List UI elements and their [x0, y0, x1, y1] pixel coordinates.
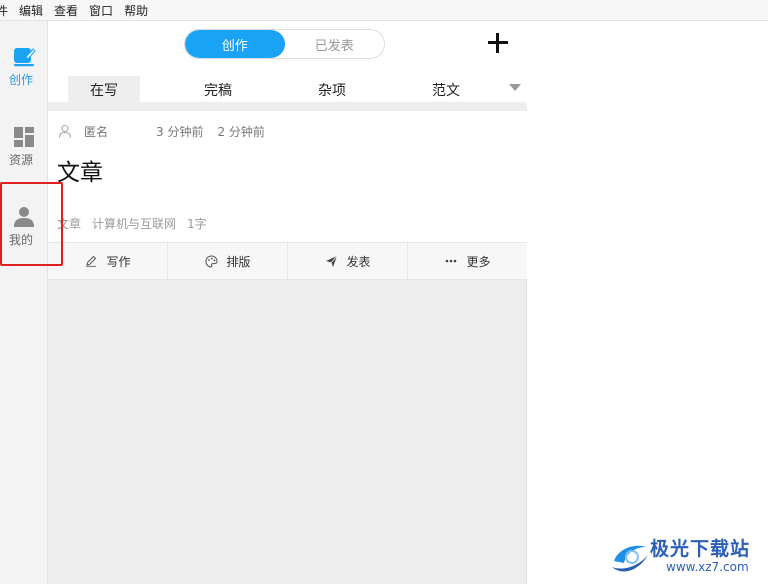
add-icon[interactable] [486, 31, 510, 55]
top-bar: 创作 已发表 [48, 21, 527, 71]
publish-button[interactable]: 发表 [288, 243, 408, 279]
article-tags: 文章 计算机与互联网 1字 [57, 215, 218, 232]
watermark-logo: 极光下载站 www.xz7.com [608, 533, 768, 581]
tab-finished[interactable]: 完稿 [182, 76, 254, 103]
segment-published[interactable]: 已发表 [285, 30, 385, 58]
article-author: 匿名 [84, 124, 109, 139]
main-panel: 创作 已发表 在写 完稿 杂项 范文 匿名 3 分钟前 2 分钟前 文章 文章 … [48, 21, 527, 584]
watermark-url: www.xz7.com [666, 560, 749, 574]
aurora-logo-icon [612, 545, 648, 572]
article-card[interactable]: 匿名 3 分钟前 2 分钟前 文章 文章 计算机与互联网 1字 [48, 111, 527, 242]
article-actions: 写作 排版 发表 更多 [48, 242, 527, 280]
tab-misc[interactable]: 杂项 [296, 76, 368, 103]
compose-icon [12, 45, 36, 69]
sidebar-item-create[interactable]: 创作 [0, 43, 48, 95]
article-title: 文章 [57, 160, 103, 186]
sidebar: 创作 资源 我的 [0, 21, 48, 584]
sidebar-item-label: 我的 [8, 233, 33, 247]
tab-divider [48, 102, 527, 109]
menu-help[interactable]: 帮助 [119, 2, 154, 19]
segment-create[interactable]: 创作 [185, 30, 285, 58]
grid-icon [12, 125, 36, 149]
pencil-icon [84, 254, 98, 268]
article-created-time: 3 分钟前 [156, 124, 204, 139]
watermark-text: 极光下载站 [650, 538, 751, 560]
layout-button[interactable]: 排版 [168, 243, 288, 279]
more-dots-icon [444, 254, 458, 268]
article-word-count: 1字 [187, 217, 207, 231]
user-icon [12, 205, 36, 229]
article-category: 计算机与互联网 [92, 217, 177, 231]
menu-window[interactable]: 窗口 [84, 2, 119, 19]
author-icon [58, 124, 72, 138]
article-modified-time: 2 分钟前 [217, 124, 265, 139]
write-button[interactable]: 写作 [48, 243, 168, 279]
menu-view[interactable]: 查看 [49, 2, 84, 19]
sidebar-item-resources[interactable]: 资源 [0, 123, 48, 175]
view-switcher: 创作 已发表 [184, 29, 385, 59]
more-button[interactable]: 更多 [408, 243, 527, 279]
editor-pane [528, 21, 768, 584]
sidebar-item-label: 资源 [8, 153, 33, 167]
palette-icon [204, 254, 218, 268]
category-tabs: 在写 完稿 杂项 范文 [48, 71, 527, 103]
article-type: 文章 [57, 217, 82, 231]
chevron-down-icon[interactable] [509, 84, 521, 91]
menu-edit[interactable]: 编辑 [14, 2, 49, 19]
sidebar-item-label: 创作 [8, 73, 33, 87]
menu-file[interactable]: 件 [0, 2, 14, 19]
tab-writing[interactable]: 在写 [68, 76, 140, 103]
sidebar-item-mine[interactable]: 我的 [0, 203, 48, 255]
menu-bar: 件 编辑 查看 窗口 帮助 [0, 0, 768, 21]
paper-plane-icon [324, 254, 338, 268]
tab-samples[interactable]: 范文 [410, 76, 482, 103]
article-meta: 匿名 3 分钟前 2 分钟前 [58, 123, 265, 139]
